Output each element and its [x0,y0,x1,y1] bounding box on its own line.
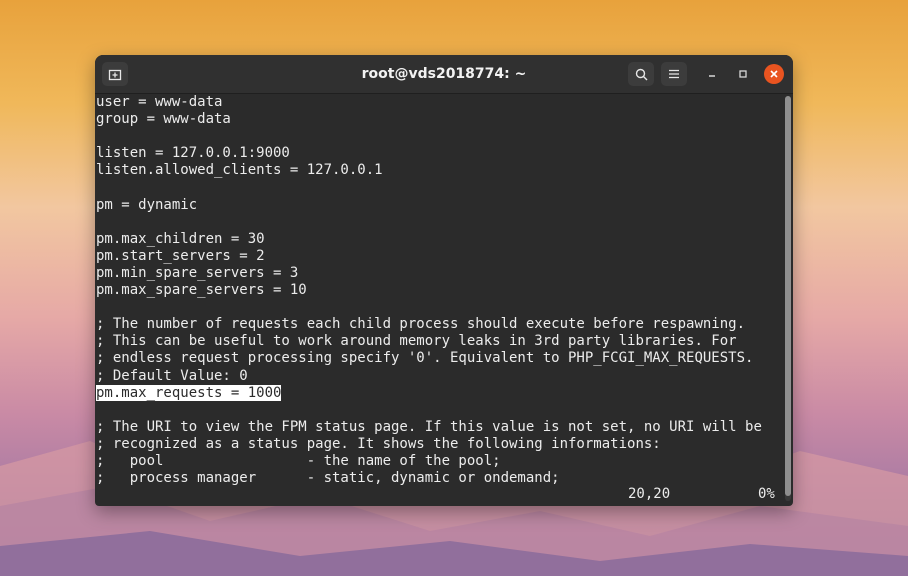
maximize-icon [739,70,747,78]
search-icon [635,68,647,80]
terminal-line: ; This can be useful to work around memo… [95,333,783,350]
minimize-icon [709,75,715,77]
terminal-line-text: group = www-data [96,111,231,128]
window-title: root@vds2018774: ~ [361,66,527,82]
cursor-position: 20,20 [628,486,671,502]
terminal-line: pm.max_children = 30 [95,231,783,248]
title-bar: root@vds2018774: ~ [95,55,793,94]
terminal-line-text: listen.allowed_clients = 127.0.0.1 [96,162,383,179]
minimize-button[interactable] [702,64,722,84]
terminal-line: ; pool - the name of the pool; [95,453,783,470]
terminal-line: user = www-data [95,94,783,111]
terminal-line-text: pm.start_servers = 2 [96,247,265,264]
terminal-line: group = www-data [95,111,783,128]
scroll-percent: 0% [758,486,775,502]
terminal-line: pm = dynamic [95,197,783,214]
terminal-line-text: ; endless request processing specify '0'… [96,350,754,367]
terminal-line: ; endless request processing specify '0'… [95,350,783,367]
terminal-line-text: ; pool - the name of the pool; [96,452,501,469]
scrollbar[interactable] [785,96,791,501]
terminal-line: ; Default Value: 0 [95,368,783,385]
maximize-button[interactable] [733,64,753,84]
terminal-line-text: pm.min_spare_servers = 3 [96,264,299,281]
terminal-content[interactable]: user = www-data group = www-data listen = … [95,94,783,506]
terminal-line-text: ; process manager - static, dynamic or o… [96,470,560,487]
scrollbar-thumb[interactable] [785,96,791,496]
terminal-line: pm.max_spare_servers = 10 [95,282,783,299]
terminal-line-text: ; The URI to view the FPM status page. I… [96,418,762,435]
terminal-window: root@vds2018774: ~ user = www-data group… [95,55,793,506]
terminal-line-text: pm.max_children = 30 [96,230,265,247]
terminal-line: ; The URI to view the FPM status page. I… [95,419,783,436]
terminal-line: ; process manager - static, dynamic or o… [95,470,783,487]
terminal-line-text: user = www-data [96,94,223,110]
terminal-line-text: ; The number of requests each child proc… [96,316,746,333]
close-button[interactable] [764,64,784,84]
editor-status-line: 20,20 0% [95,486,785,503]
close-icon [770,70,778,78]
terminal-line: pm.start_servers = 2 [95,248,783,265]
search-button[interactable] [628,62,654,86]
terminal-line-text: ; This can be useful to work around memo… [96,333,737,350]
hamburger-menu-icon [669,69,679,79]
terminal-line: ; recognized as a status page. It shows … [95,436,783,453]
terminal-line: pm.max_requests = 1000 [95,384,783,402]
menu-button[interactable] [661,62,687,86]
terminal-line-text: pm = dynamic [96,196,198,213]
terminal-line: listen.allowed_clients = 127.0.0.1 [95,162,783,179]
terminal-line-text: ; Default Value: 0 [96,367,248,384]
terminal-line: ; The number of requests each child proc… [95,316,783,333]
terminal-line: listen = 127.0.0.1:9000 [95,145,783,162]
terminal-line-text: pm.max_spare_servers = 10 [96,282,307,299]
terminal-line-text: listen = 127.0.0.1:9000 [96,145,290,162]
terminal-line-text: ; recognized as a status page. It shows … [96,435,661,452]
terminal-line-text: pm.max_requests = 1000 [96,384,282,401]
terminal-line: pm.min_spare_servers = 3 [95,265,783,282]
